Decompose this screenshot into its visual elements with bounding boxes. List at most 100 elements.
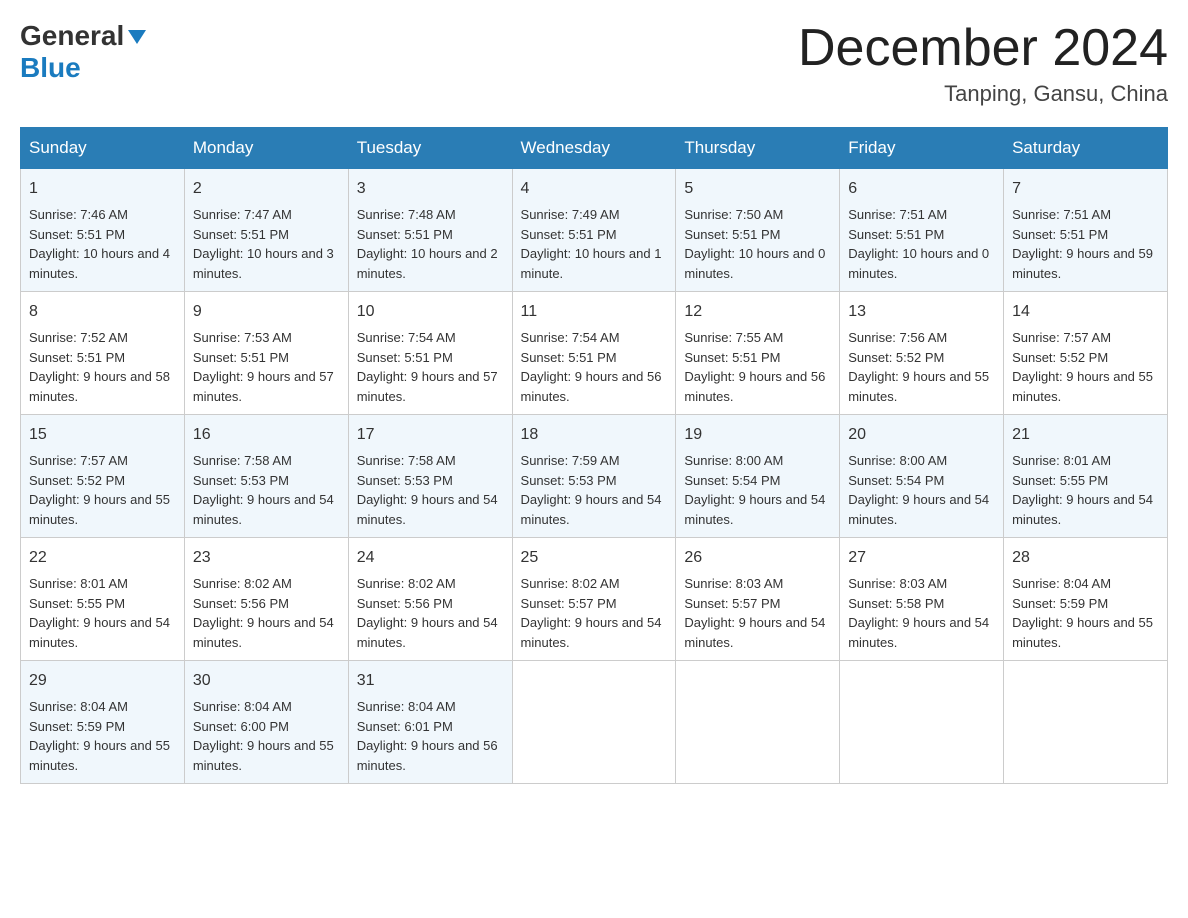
day-info: Sunrise: 7:51 AMSunset: 5:51 PMDaylight:…	[1012, 205, 1159, 283]
calendar-cell: 7 Sunrise: 7:51 AMSunset: 5:51 PMDaylight…	[1004, 169, 1168, 292]
day-number: 4	[521, 177, 668, 201]
day-number: 29	[29, 669, 176, 693]
calendar-cell: 30Sunrise: 8:04 AMSunset: 6:00 PMDayligh…	[184, 661, 348, 784]
day-info: Sunrise: 7:55 AMSunset: 5:51 PMDaylight:…	[684, 328, 831, 406]
logo: General Blue	[20, 20, 148, 84]
day-info: Sunrise: 8:04 AMSunset: 5:59 PMDaylight:…	[29, 697, 176, 775]
logo-blue-text: Blue	[20, 52, 81, 83]
day-number: 18	[521, 423, 668, 447]
day-info: Sunrise: 8:02 AMSunset: 5:56 PMDaylight:…	[357, 574, 504, 652]
calendar-cell: 16Sunrise: 7:58 AMSunset: 5:53 PMDayligh…	[184, 415, 348, 538]
day-number: 1	[29, 177, 176, 201]
day-info: Sunrise: 7:54 AMSunset: 5:51 PMDaylight:…	[521, 328, 668, 406]
day-number: 7	[1012, 177, 1159, 201]
day-number: 22	[29, 546, 176, 570]
day-info: Sunrise: 7:58 AMSunset: 5:53 PMDaylight:…	[193, 451, 340, 529]
day-info: Sunrise: 7:48 AMSunset: 5:51 PMDaylight:…	[357, 205, 504, 283]
calendar-cell: 13 Sunrise: 7:56 AMSunset: 5:52 PMDayligh…	[840, 292, 1004, 415]
day-info: Sunrise: 7:46 AMSunset: 5:51 PMDaylight:…	[29, 205, 176, 283]
day-number: 24	[357, 546, 504, 570]
day-number: 17	[357, 423, 504, 447]
day-number: 6	[848, 177, 995, 201]
calendar-cell: 11 Sunrise: 7:54 AMSunset: 5:51 PMDayligh…	[512, 292, 676, 415]
day-info: Sunrise: 8:02 AMSunset: 5:56 PMDaylight:…	[193, 574, 340, 652]
day-info: Sunrise: 7:54 AMSunset: 5:51 PMDaylight:…	[357, 328, 504, 406]
logo-arrow-icon	[126, 26, 148, 48]
day-number: 23	[193, 546, 340, 570]
day-number: 2	[193, 177, 340, 201]
calendar-cell: 12 Sunrise: 7:55 AMSunset: 5:51 PMDayligh…	[676, 292, 840, 415]
calendar-table: SundayMondayTuesdayWednesdayThursdayFrid…	[20, 127, 1168, 784]
day-info: Sunrise: 8:01 AMSunset: 5:55 PMDaylight:…	[29, 574, 176, 652]
day-number: 15	[29, 423, 176, 447]
day-info: Sunrise: 7:56 AMSunset: 5:52 PMDaylight:…	[848, 328, 995, 406]
calendar-cell: 17 Sunrise: 7:58 AMSunset: 5:53 PMDayligh…	[348, 415, 512, 538]
month-title: December 2024	[798, 20, 1168, 77]
day-number: 8	[29, 300, 176, 324]
calendar-cell: 27 Sunrise: 8:03 AMSunset: 5:58 PMDayligh…	[840, 538, 1004, 661]
day-info: Sunrise: 7:59 AMSunset: 5:53 PMDaylight:…	[521, 451, 668, 529]
calendar-week-row: 29 Sunrise: 8:04 AMSunset: 5:59 PMDayligh…	[21, 661, 1168, 784]
calendar-header-row: SundayMondayTuesdayWednesdayThursdayFrid…	[21, 128, 1168, 169]
day-info: Sunrise: 8:04 AMSunset: 5:59 PMDaylight:…	[1012, 574, 1159, 652]
day-number: 28	[1012, 546, 1159, 570]
calendar-cell: 28 Sunrise: 8:04 AMSunset: 5:59 PMDayligh…	[1004, 538, 1168, 661]
calendar-cell: 19 Sunrise: 8:00 AMSunset: 5:54 PMDayligh…	[676, 415, 840, 538]
weekday-header-saturday: Saturday	[1004, 128, 1168, 169]
day-number: 20	[848, 423, 995, 447]
weekday-header-friday: Friday	[840, 128, 1004, 169]
day-number: 5	[684, 177, 831, 201]
calendar-week-row: 22 Sunrise: 8:01 AMSunset: 5:55 PMDayligh…	[21, 538, 1168, 661]
calendar-cell: 18 Sunrise: 7:59 AMSunset: 5:53 PMDayligh…	[512, 415, 676, 538]
calendar-cell	[676, 661, 840, 784]
day-number: 12	[684, 300, 831, 324]
day-number: 27	[848, 546, 995, 570]
calendar-cell: 22 Sunrise: 8:01 AMSunset: 5:55 PMDayligh…	[21, 538, 185, 661]
day-info: Sunrise: 7:57 AMSunset: 5:52 PMDaylight:…	[29, 451, 176, 529]
day-number: 10	[357, 300, 504, 324]
calendar-cell	[840, 661, 1004, 784]
day-info: Sunrise: 7:57 AMSunset: 5:52 PMDaylight:…	[1012, 328, 1159, 406]
day-info: Sunrise: 8:00 AMSunset: 5:54 PMDaylight:…	[848, 451, 995, 529]
page-header: General Blue December 2024 Tanping, Gans…	[20, 20, 1168, 107]
calendar-cell	[1004, 661, 1168, 784]
calendar-cell: 6 Sunrise: 7:51 AMSunset: 5:51 PMDaylight…	[840, 169, 1004, 292]
day-number: 30	[193, 669, 340, 693]
calendar-cell: 20 Sunrise: 8:00 AMSunset: 5:54 PMDayligh…	[840, 415, 1004, 538]
day-info: Sunrise: 8:02 AMSunset: 5:57 PMDaylight:…	[521, 574, 668, 652]
calendar-cell: 3 Sunrise: 7:48 AMSunset: 5:51 PMDaylight…	[348, 169, 512, 292]
day-number: 11	[521, 300, 668, 324]
calendar-cell: 1 Sunrise: 7:46 AMSunset: 5:51 PMDaylight…	[21, 169, 185, 292]
weekday-header-sunday: Sunday	[21, 128, 185, 169]
day-info: Sunrise: 7:53 AMSunset: 5:51 PMDaylight:…	[193, 328, 340, 406]
day-info: Sunrise: 7:50 AMSunset: 5:51 PMDaylight:…	[684, 205, 831, 283]
day-number: 14	[1012, 300, 1159, 324]
day-info: Sunrise: 8:00 AMSunset: 5:54 PMDaylight:…	[684, 451, 831, 529]
day-number: 3	[357, 177, 504, 201]
calendar-cell: 10 Sunrise: 7:54 AMSunset: 5:51 PMDayligh…	[348, 292, 512, 415]
weekday-header-monday: Monday	[184, 128, 348, 169]
calendar-cell: 8Sunrise: 7:52 AMSunset: 5:51 PMDaylight…	[21, 292, 185, 415]
day-info: Sunrise: 8:01 AMSunset: 5:55 PMDaylight:…	[1012, 451, 1159, 529]
weekday-header-wednesday: Wednesday	[512, 128, 676, 169]
day-number: 19	[684, 423, 831, 447]
day-info: Sunrise: 8:03 AMSunset: 5:58 PMDaylight:…	[848, 574, 995, 652]
day-number: 21	[1012, 423, 1159, 447]
day-info: Sunrise: 7:51 AMSunset: 5:51 PMDaylight:…	[848, 205, 995, 283]
calendar-cell: 5 Sunrise: 7:50 AMSunset: 5:51 PMDaylight…	[676, 169, 840, 292]
day-number: 25	[521, 546, 668, 570]
calendar-week-row: 15 Sunrise: 7:57 AMSunset: 5:52 PMDayligh…	[21, 415, 1168, 538]
day-number: 13	[848, 300, 995, 324]
logo-general-text: General	[20, 20, 124, 52]
calendar-cell: 4Sunrise: 7:49 AMSunset: 5:51 PMDaylight…	[512, 169, 676, 292]
weekday-header-thursday: Thursday	[676, 128, 840, 169]
calendar-week-row: 1 Sunrise: 7:46 AMSunset: 5:51 PMDaylight…	[21, 169, 1168, 292]
calendar-cell: 23 Sunrise: 8:02 AMSunset: 5:56 PMDayligh…	[184, 538, 348, 661]
day-info: Sunrise: 7:58 AMSunset: 5:53 PMDaylight:…	[357, 451, 504, 529]
calendar-cell: 15 Sunrise: 7:57 AMSunset: 5:52 PMDayligh…	[21, 415, 185, 538]
calendar-cell: 25 Sunrise: 8:02 AMSunset: 5:57 PMDayligh…	[512, 538, 676, 661]
day-number: 26	[684, 546, 831, 570]
calendar-cell	[512, 661, 676, 784]
weekday-header-tuesday: Tuesday	[348, 128, 512, 169]
day-info: Sunrise: 8:04 AMSunset: 6:01 PMDaylight:…	[357, 697, 504, 775]
